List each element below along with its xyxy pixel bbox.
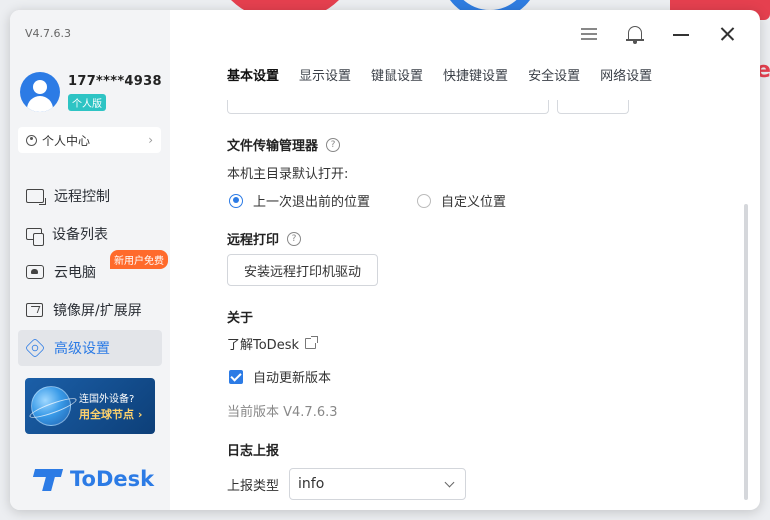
section-title-text: 文件传输管理器	[227, 139, 319, 154]
external-link-icon	[305, 336, 318, 349]
link-label: 了解ToDesk	[227, 338, 299, 353]
personal-center-button[interactable]: 个人中心 ›	[18, 127, 161, 153]
install-printer-driver-button[interactable]: 安装远程打印机驱动	[227, 254, 379, 286]
tab-shortcut-settings[interactable]: 快捷键设置	[443, 65, 508, 84]
report-type-label: 上报类型	[227, 478, 280, 494]
sidebar-item-advanced-settings[interactable]: 高级设置	[18, 330, 162, 366]
sidebar-item-label: 远程控制	[54, 189, 110, 205]
settings-tabs: 基本设置 显示设置 键鼠设置 快捷键设置 安全设置 网络设置	[227, 65, 672, 84]
radio-custom-location[interactable]: 自定义位置	[417, 191, 506, 210]
devices-icon	[26, 228, 44, 246]
tab-security-settings[interactable]: 安全设置	[528, 65, 580, 84]
tab-display-settings[interactable]: 显示设置	[299, 65, 351, 84]
cloud-pc-icon	[26, 265, 44, 279]
sidebar-item-device-list[interactable]: 设备列表	[18, 216, 162, 252]
titlebar-controls	[558, 24, 742, 44]
report-type-row: 上报类型 info	[227, 468, 467, 500]
todesk-logo-icon	[32, 467, 64, 491]
file-transfer-section-title: 文件传输管理器 ?	[227, 135, 341, 154]
help-icon[interactable]: ?	[326, 137, 341, 152]
radio-label: 自定义位置	[441, 195, 507, 210]
remote-print-section-title: 远程打印 ?	[227, 229, 302, 248]
radio-button[interactable]	[229, 193, 243, 208]
sidebar-item-label: 镜像屏/扩展屏	[53, 303, 142, 319]
about-section-title: 关于	[227, 311, 254, 326]
mirror-screen-icon	[26, 303, 43, 317]
report-type-value: info	[298, 476, 325, 492]
todesk-logo: ToDesk	[32, 467, 155, 491]
sidebar-item-remote-control[interactable]: 远程控制	[18, 178, 162, 214]
checkbox-label: 自动更新版本	[253, 371, 332, 386]
sidebar-item-mirror-screen[interactable]: 镜像屏/扩展屏	[18, 292, 162, 328]
settings-content: 文件传输管理器 ? 本机主目录默认打开: 上一次退出前的位置 自定义位置 远程打…	[227, 100, 730, 510]
sidebar: V4.7.6.3 177****4938 个人版 个人中心 › 远程控制 设备列…	[10, 10, 170, 510]
promo-line-1: 连国外设备?	[79, 394, 135, 405]
remote-control-icon	[26, 189, 44, 203]
radio-button[interactable]	[417, 193, 431, 208]
tab-basic-settings[interactable]: 基本设置	[227, 65, 279, 84]
chevron-right-icon: ›	[148, 133, 153, 147]
scrollbar[interactable]	[744, 204, 748, 500]
sidebar-item-cloud-pc[interactable]: 云电脑 新用户免费	[18, 250, 168, 290]
log-report-section-title: 日志上报	[227, 444, 280, 459]
section-title-text: 远程打印	[227, 233, 280, 248]
sidebar-item-label: 高级设置	[54, 341, 110, 357]
learn-todesk-link[interactable]: 了解ToDesk	[227, 334, 318, 353]
user-icon	[26, 134, 37, 146]
auto-update-checkbox[interactable]: 自动更新版本	[229, 367, 331, 386]
radio-last-location[interactable]: 上一次退出前的位置	[229, 191, 370, 210]
close-icon[interactable]	[712, 24, 742, 44]
report-type-select[interactable]: info	[289, 468, 467, 500]
sidebar-item-label: 云电脑	[54, 265, 96, 281]
avatar[interactable]	[20, 72, 60, 112]
radio-label: 上一次退出前的位置	[253, 195, 371, 210]
user-plan-badge: 个人版	[68, 94, 106, 111]
user-name: 177****4938	[68, 74, 162, 89]
help-icon[interactable]: ?	[287, 231, 302, 246]
current-version: 当前版本 V4.7.6.3	[227, 405, 338, 420]
scrolled-input-remnant	[227, 100, 549, 114]
todesk-logo-text: ToDesk	[70, 467, 155, 491]
sidebar-nav: 远程控制 设备列表 云电脑 新用户免费 镜像屏/扩展屏 高级设置	[18, 178, 168, 368]
personal-center-label: 个人中心	[42, 133, 91, 148]
scrolled-input-remnant	[557, 100, 629, 114]
sidebar-item-label: 设备列表	[52, 227, 108, 243]
minimize-icon[interactable]	[666, 24, 696, 44]
advanced-settings-icon	[24, 337, 46, 359]
checkbox[interactable]	[229, 369, 243, 384]
promo-line-2: 用全球节点 ›	[79, 408, 143, 421]
menu-icon[interactable]	[574, 24, 604, 44]
app-version: V4.7.6.3	[25, 27, 72, 40]
globe-icon	[31, 386, 71, 426]
new-user-free-badge: 新用户免费	[110, 250, 168, 269]
bell-icon[interactable]	[620, 24, 650, 44]
tab-keyboard-mouse-settings[interactable]: 键鼠设置	[371, 65, 423, 84]
tab-network-settings[interactable]: 网络设置	[600, 65, 652, 84]
todesk-window: V4.7.6.3 177****4938 个人版 个人中心 › 远程控制 设备列…	[10, 10, 760, 510]
default-open-label: 本机主目录默认打开:	[227, 167, 349, 182]
settings-panel: 基本设置 显示设置 键鼠设置 快捷键设置 安全设置 网络设置 文件传输管理器 ?…	[170, 10, 760, 510]
global-node-promo-banner[interactable]: 连国外设备? 用全球节点 ›	[25, 378, 155, 434]
chevron-down-icon	[444, 477, 455, 488]
